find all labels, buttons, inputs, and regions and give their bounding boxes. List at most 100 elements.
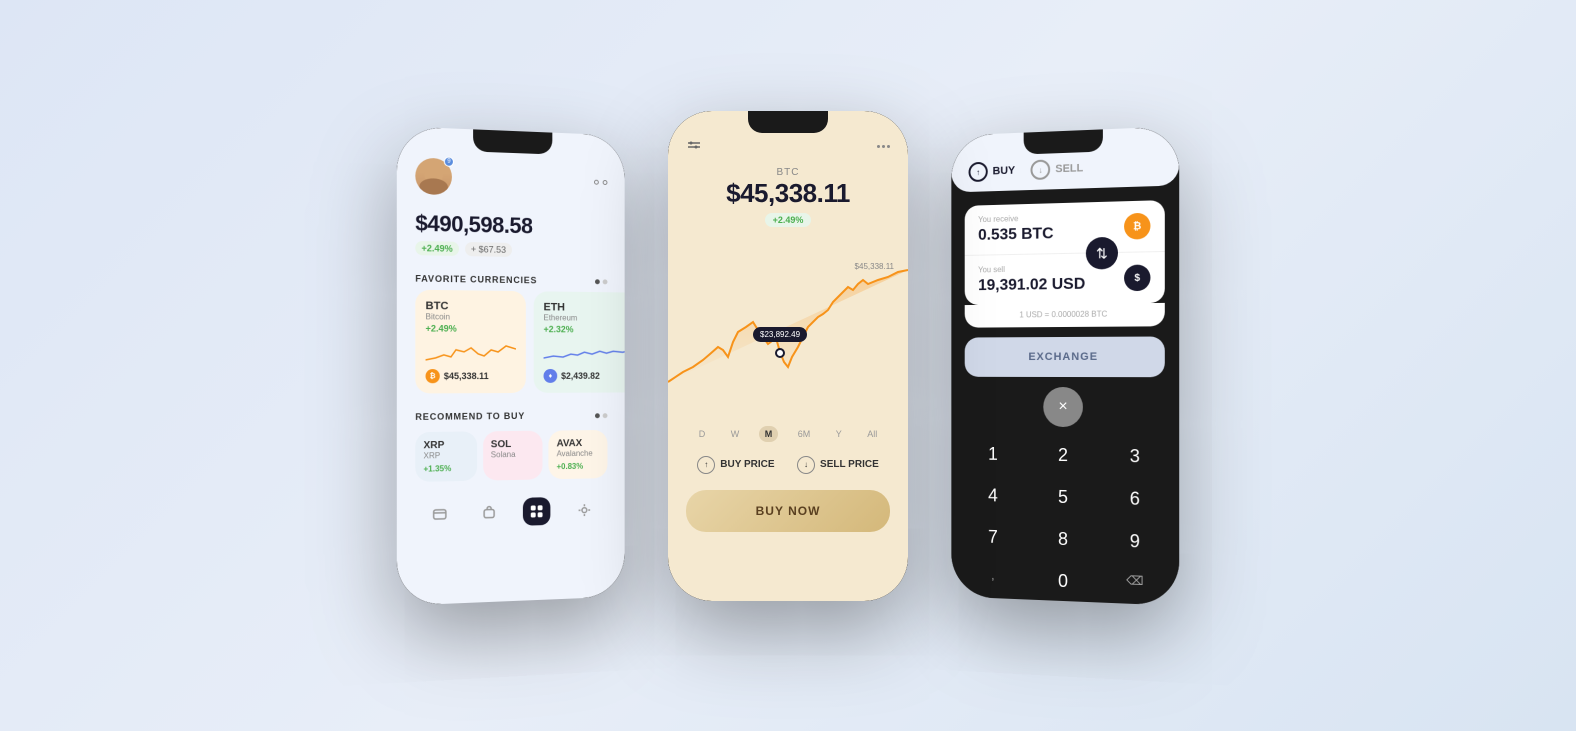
key-9[interactable]: 9 bbox=[1099, 519, 1171, 563]
dot2 bbox=[882, 145, 885, 148]
dot1 bbox=[877, 145, 880, 148]
tab-M[interactable]: M bbox=[759, 426, 779, 442]
key-6[interactable]: 6 bbox=[1099, 477, 1171, 520]
nav-settings-icon[interactable] bbox=[571, 496, 598, 524]
notch-right bbox=[1024, 129, 1103, 154]
eth-name: Ethereum bbox=[544, 313, 625, 323]
btc-price: $45,338.11 bbox=[444, 371, 489, 381]
sell-price-label: SELL PRICE bbox=[820, 459, 879, 470]
sol-change bbox=[491, 462, 535, 463]
avax-card[interactable]: AVAX Avalanche +0.83% bbox=[549, 429, 608, 478]
bottom-nav bbox=[397, 485, 625, 549]
eth-price-row: ♦ $2,439.82 bbox=[544, 368, 625, 382]
time-tabs: D W M 6M Y All bbox=[668, 420, 908, 448]
fav-cards-row: BTC Bitcoin +2.49% ₿ $45,338.11 ETH Ethe… bbox=[397, 289, 625, 393]
key-1[interactable]: 1 bbox=[959, 433, 1027, 475]
notch-left bbox=[473, 129, 552, 154]
eth-coin-icon: ♦ bbox=[544, 368, 558, 382]
numpad: 1 2 3 4 5 6 7 8 9 , 0 ⌫ bbox=[951, 433, 1179, 605]
btc-change: +2.49% bbox=[426, 323, 516, 334]
key-4[interactable]: 4 bbox=[959, 474, 1027, 516]
dot2 bbox=[603, 179, 608, 184]
fav-section-header: FAVORITE CURRENCIES bbox=[397, 264, 625, 291]
sell-row: You sell 19,391.02 USD $ bbox=[965, 251, 1165, 304]
key-comma[interactable]: , bbox=[959, 557, 1027, 600]
btc-badge: ₿ bbox=[1124, 212, 1150, 239]
balance-section: $490,598.58 +2.49% + $67.53 bbox=[397, 203, 625, 268]
buy-icon: ↑ bbox=[697, 456, 715, 474]
key-3[interactable]: 3 bbox=[1099, 435, 1171, 478]
xrp-name: XRP bbox=[423, 450, 468, 460]
rec-dot-active bbox=[595, 412, 600, 417]
tab-Y[interactable]: Y bbox=[830, 426, 848, 442]
balance-change-row: +2.49% + $67.53 bbox=[415, 240, 607, 258]
chart-dot bbox=[775, 348, 785, 358]
eth-card[interactable]: ETH Ethereum +2.32% ♦ $2,439.82 bbox=[534, 291, 625, 393]
notch-center bbox=[748, 111, 828, 133]
buy-tab-icon: ↑ bbox=[969, 161, 988, 181]
tab-sell[interactable]: ↓ SELL bbox=[1031, 158, 1083, 180]
change-pct-badge: +2.49% bbox=[415, 240, 459, 255]
receive-row: You receive 0.535 BTC ₿ bbox=[965, 200, 1165, 256]
key-7[interactable]: 7 bbox=[959, 516, 1027, 559]
buy-tab-label: BUY bbox=[993, 164, 1016, 177]
rec-dots bbox=[595, 412, 607, 417]
eth-change: +2.32% bbox=[544, 324, 625, 334]
screen-center: BTC $45,338.11 +2.49% $45,338.11 $23,892… bbox=[668, 111, 908, 601]
xrp-card[interactable]: XRP XRP +1.35% bbox=[415, 431, 477, 482]
avax-change: +0.83% bbox=[557, 461, 600, 471]
tab-buy[interactable]: ↑ BUY bbox=[969, 160, 1016, 181]
eth-ticker: ETH bbox=[544, 301, 625, 314]
btc-center-ticker: BTC bbox=[668, 167, 908, 178]
sol-card[interactable]: SOL Solana bbox=[483, 430, 543, 480]
tab-W[interactable]: W bbox=[725, 426, 746, 442]
btc-center-price: $45,338.11 bbox=[668, 178, 908, 209]
tab-D[interactable]: D bbox=[693, 426, 712, 442]
key-5[interactable]: 5 bbox=[1028, 476, 1098, 519]
avax-ticker: AVAX bbox=[557, 437, 600, 448]
sol-name: Solana bbox=[491, 449, 535, 459]
menu-dots-icon[interactable] bbox=[594, 179, 607, 184]
close-button[interactable]: × bbox=[1043, 386, 1083, 426]
dot-inactive bbox=[603, 278, 608, 283]
buy-now-button[interactable]: BUY NOW bbox=[686, 490, 890, 532]
dot3 bbox=[887, 145, 890, 148]
usd-badge: $ bbox=[1124, 264, 1150, 291]
exchange-form: You receive 0.535 BTC ₿ ⇅ You sell 19,39… bbox=[965, 200, 1165, 305]
chart-tooltip: $23,892.49 bbox=[753, 327, 807, 342]
swap-button[interactable]: ⇅ bbox=[1086, 236, 1118, 269]
rec-dot-inactive bbox=[603, 412, 608, 417]
btc-center-change: +2.49% bbox=[765, 213, 812, 227]
buy-price-btn[interactable]: ↑ BUY PRICE bbox=[697, 456, 774, 474]
exchange-button[interactable]: EXCHANGE bbox=[965, 336, 1165, 377]
eth-price: $2,439.82 bbox=[561, 370, 600, 380]
key-8[interactable]: 8 bbox=[1028, 518, 1098, 561]
sliders-icon[interactable] bbox=[686, 139, 702, 155]
rec-section-header: RECOMMEND TO BUY bbox=[397, 402, 625, 428]
dot-active bbox=[595, 278, 600, 283]
sell-price-btn[interactable]: ↓ SELL PRICE bbox=[797, 456, 879, 474]
fav-dots bbox=[595, 278, 607, 283]
dot1 bbox=[594, 179, 599, 184]
nav-wallet-icon[interactable] bbox=[426, 499, 454, 528]
rate-text: 1 USD = 0.0000028 BTC bbox=[965, 302, 1165, 327]
center-phone: BTC $45,338.11 +2.49% $45,338.11 $23,892… bbox=[668, 111, 908, 601]
tab-All[interactable]: All bbox=[861, 426, 883, 442]
tab-6M[interactable]: 6M bbox=[792, 426, 817, 442]
more-dots-icon[interactable] bbox=[877, 145, 890, 148]
key-backspace[interactable]: ⌫ bbox=[1099, 562, 1171, 606]
chart-high-label: $45,338.11 bbox=[855, 262, 894, 271]
left-phone: 9 $490,598.58 +2.49% + $67.53 FAVORITE C… bbox=[397, 126, 625, 606]
sell-tab-label: SELL bbox=[1055, 162, 1083, 175]
nav-bag-icon[interactable] bbox=[475, 498, 503, 527]
notification-badge: 9 bbox=[444, 156, 454, 166]
xrp-ticker: XRP bbox=[423, 439, 468, 451]
sell-icon: ↓ bbox=[797, 456, 815, 474]
key-0[interactable]: 0 bbox=[1028, 559, 1098, 603]
key-2[interactable]: 2 bbox=[1028, 434, 1098, 476]
chart-area: $45,338.11 $23,892.49 bbox=[668, 242, 908, 412]
nav-grid-icon[interactable] bbox=[523, 497, 550, 526]
avatar-container: 9 bbox=[415, 157, 452, 195]
btc-card[interactable]: BTC Bitcoin +2.49% ₿ $45,338.11 bbox=[415, 289, 526, 393]
sell-tab-icon: ↓ bbox=[1031, 159, 1051, 180]
